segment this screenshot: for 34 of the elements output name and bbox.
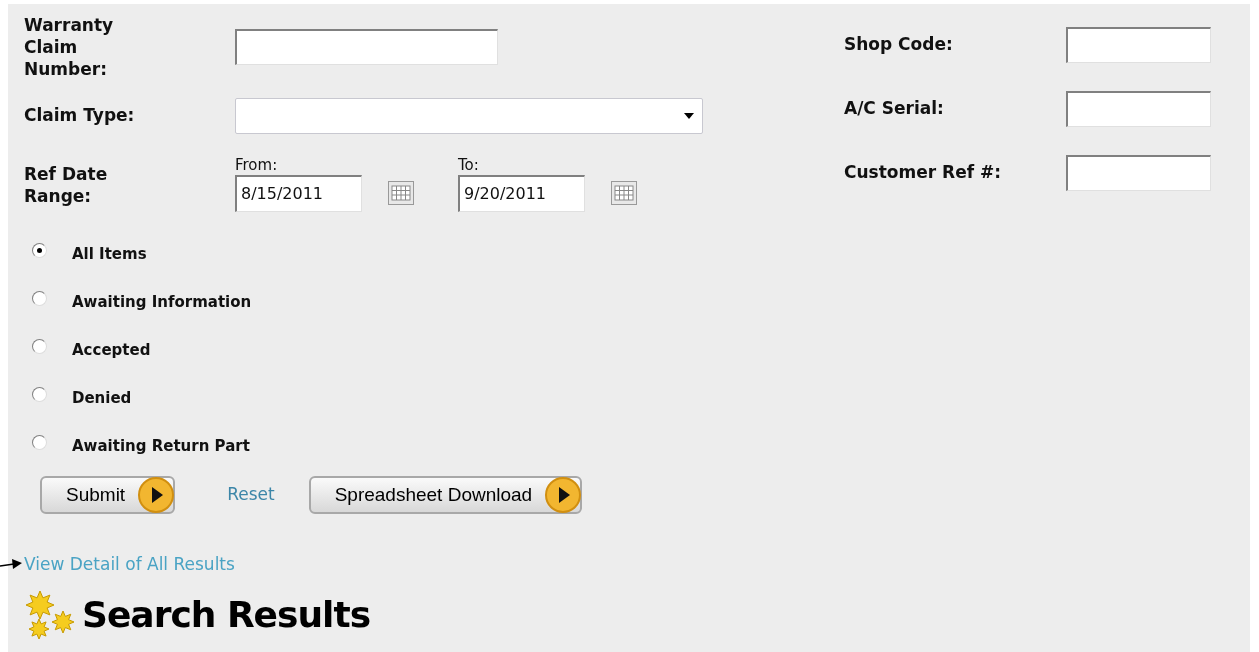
caret-icon — [684, 113, 694, 119]
stars-icon — [24, 588, 76, 641]
claim-number-field[interactable] — [235, 29, 498, 65]
field-label: Warranty Claim Number: — [24, 14, 115, 80]
field-label: Customer Ref #: — [844, 161, 1003, 185]
radio-button[interactable] — [32, 338, 47, 354]
submit-button[interactable]: Submit — [40, 476, 176, 514]
spreadsheet-download-button[interactable]: Spreadsheet Download — [308, 476, 583, 514]
field-label: Shop Code: — [844, 33, 954, 57]
calendar-icon[interactable] — [611, 181, 637, 205]
calendar-icon[interactable] — [388, 181, 414, 205]
section-title: Search Results — [82, 592, 371, 637]
play-icon — [544, 476, 583, 514]
field-label: A/C Serial: — [844, 97, 945, 121]
radio-button[interactable] — [32, 290, 47, 306]
field-label: Claim Type: — [24, 104, 136, 128]
radio-button[interactable] — [32, 434, 47, 450]
radio-label: Awaiting Information — [72, 291, 252, 313]
radio-label: Awaiting Return Part — [72, 435, 250, 457]
to-date-field[interactable]: 9/20/2011 — [458, 174, 585, 212]
radio-button[interactable] — [32, 386, 47, 402]
radio-label: Accepted — [72, 339, 151, 361]
from-label: From: — [235, 154, 279, 175]
field-label: Ref Date Range: — [24, 163, 109, 207]
to-label: To: — [458, 154, 480, 175]
arrow-icon — [0, 558, 22, 570]
text-field[interactable] — [1066, 91, 1211, 127]
text-field[interactable] — [1066, 155, 1211, 191]
radio-label: Denied — [72, 387, 132, 409]
radio-label: All Items — [72, 243, 147, 265]
radio-button[interactable] — [32, 242, 47, 258]
from-date-field[interactable]: 8/15/2011 — [235, 174, 362, 212]
play-icon — [137, 476, 176, 514]
text-field[interactable] — [1066, 27, 1211, 63]
